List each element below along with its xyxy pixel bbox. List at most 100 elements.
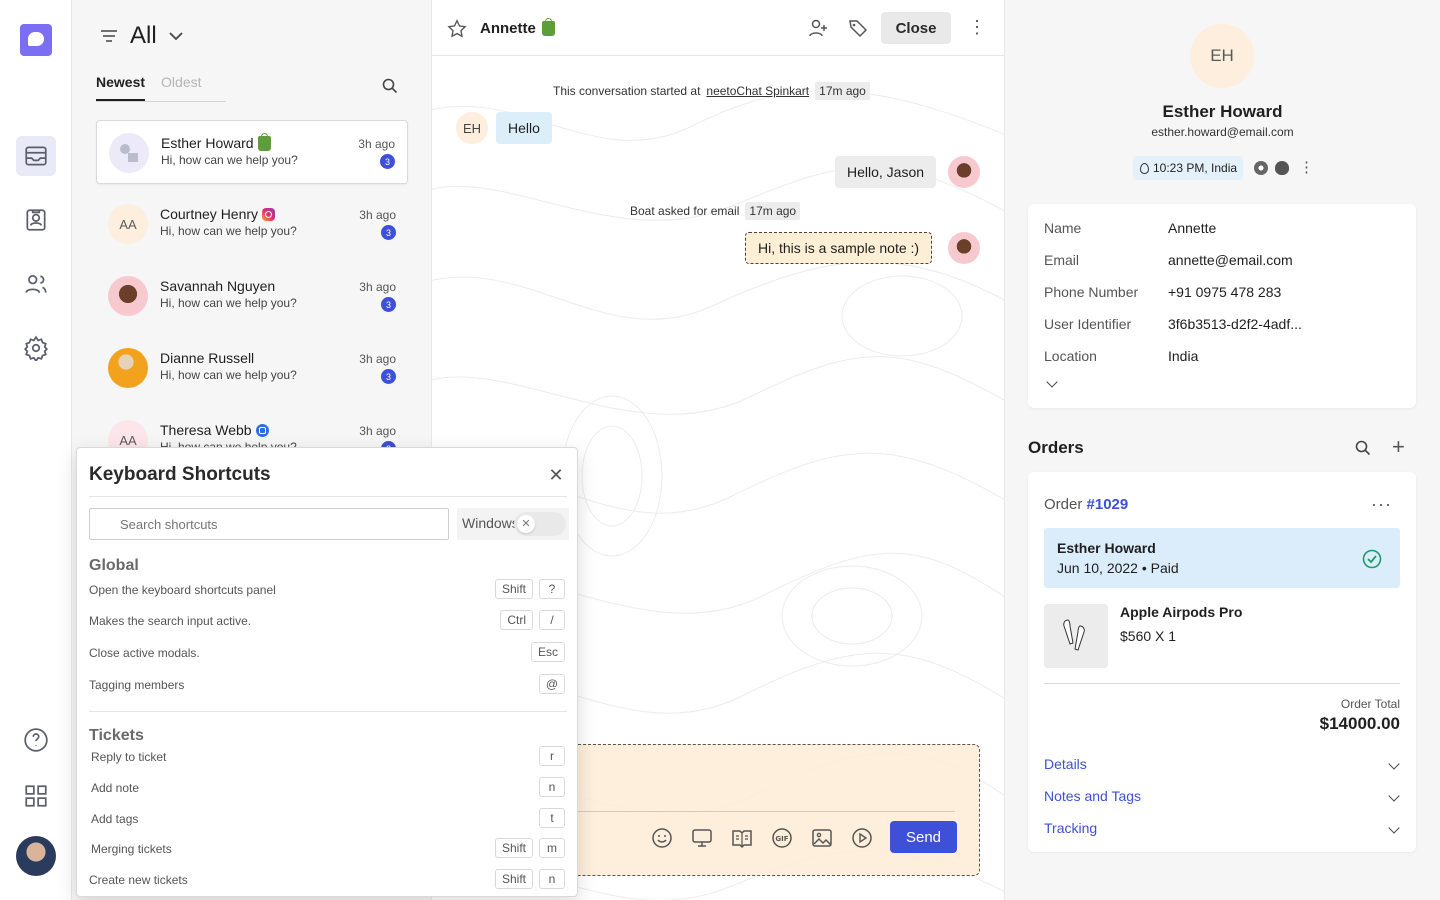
panel-title: Keyboard Shortcuts (89, 464, 271, 485)
image-icon[interactable] (811, 827, 833, 849)
more-options-icon[interactable]: ⋮ (1299, 158, 1314, 176)
order-status-box: Esther Howard Jun 10, 2022 • Paid (1044, 528, 1400, 588)
avatar: AA (108, 204, 148, 244)
order-status: Paid (1150, 560, 1179, 576)
accordion-tracking[interactable]: Tracking (1044, 820, 1400, 842)
accordion-notes-tags[interactable]: Notes and Tags (1044, 788, 1400, 810)
contact-info-card: Name Annette Email annette@email.com Phone… (1028, 204, 1416, 408)
key-cap: n (539, 869, 565, 889)
message-bubble: Hello, Jason (835, 156, 937, 188)
apps-grid-icon[interactable] (16, 776, 56, 816)
conversation-item[interactable]: Esther Howard Hi, how can we help you? 3… (96, 120, 408, 184)
tab-oldest[interactable]: Oldest (161, 72, 201, 101)
timestamp: 3h ago (359, 424, 396, 438)
settings-gear-icon[interactable] (16, 328, 56, 368)
shortcuts-search-input[interactable] (89, 508, 449, 540)
accordion-details[interactable]: Details (1044, 756, 1400, 778)
channel-link[interactable]: neetoChat Spinkart (706, 84, 809, 98)
avatar (108, 276, 148, 316)
avatar (108, 348, 148, 388)
timestamp: 3h ago (359, 208, 396, 222)
timestamp: 17m ago (815, 82, 870, 100)
search-icon[interactable] (382, 78, 398, 94)
conversation-item[interactable]: AA Courtney Henry Hi, how can we help yo… (96, 192, 408, 256)
send-button[interactable]: Send (890, 821, 957, 853)
timestamp: 3h ago (359, 352, 396, 366)
video-icon[interactable] (851, 827, 873, 849)
section-title: Tickets (89, 727, 144, 744)
shortcut-row: Tagging members @ (89, 674, 565, 696)
contact-name: Theresa Webb (160, 422, 252, 438)
key-cap: r (539, 746, 565, 766)
orders-title: Orders (1028, 438, 1084, 457)
close-icon[interactable]: ✕ (547, 466, 565, 484)
section-title: Global (89, 557, 139, 574)
knowledge-base-icon[interactable] (731, 827, 753, 849)
customer-email: esther.howard@email.com (1151, 125, 1294, 139)
chevron-down-icon (1388, 790, 1400, 802)
user-avatar[interactable] (16, 836, 56, 876)
key-cap: Shift (494, 869, 533, 889)
check-circle-icon (1362, 549, 1382, 569)
more-options-icon[interactable]: ⋮ (968, 18, 986, 36)
timestamp: 3h ago (358, 137, 395, 151)
timestamp: 17m ago (745, 202, 801, 220)
help-icon[interactable] (16, 720, 56, 760)
shortcut-row: Reply to ticket r (89, 746, 565, 768)
tab-newest[interactable]: Newest (96, 72, 146, 101)
left-rail (0, 0, 72, 900)
shortcut-row: Merging tickets Shift m (89, 838, 565, 860)
shortcut-row: Open the keyboard shortcuts panel Shift? (89, 579, 565, 601)
expand-chevron-icon[interactable] (1046, 376, 1058, 388)
svg-text:GIF: GIF (775, 835, 788, 843)
shopify-icon (541, 18, 555, 36)
composer-divider (573, 811, 955, 812)
chevron-down-icon[interactable] (169, 31, 183, 41)
os-selector: Windows ✕ (457, 508, 569, 540)
users-icon[interactable] (16, 264, 56, 304)
filter-lines-icon[interactable] (100, 29, 118, 43)
reply-composer[interactable]: GIF Send (572, 744, 980, 876)
order-menu-icon[interactable]: ··· (1371, 494, 1392, 515)
chat-header: Annette Close ⋮ (432, 0, 1004, 56)
gif-icon[interactable]: GIF (771, 827, 793, 849)
conversation-start-notice: This conversation started at neetoChat S… (553, 82, 870, 100)
filter-title[interactable]: All (130, 22, 157, 50)
order-date: Jun 10, 2022 (1057, 560, 1138, 576)
unread-badge: 3 (381, 369, 396, 384)
customer-avatar: EH (1190, 24, 1254, 88)
list-header: All (100, 22, 183, 50)
unread-badge: 3 (381, 225, 396, 240)
canned-response-icon[interactable] (691, 827, 713, 849)
key-cap: / (539, 610, 565, 630)
inbox-icon[interactable] (16, 136, 56, 176)
contact-name: Savannah Nguyen (160, 278, 276, 294)
contact-name: Annette (480, 20, 536, 37)
customer-name: Esther Howard (1162, 102, 1283, 121)
close-conversation-button[interactable]: Close (881, 12, 951, 44)
conversation-item[interactable]: Savannah Nguyen Hi, how can we help you?… (96, 264, 408, 328)
contact-name: Courtney Henry (160, 206, 259, 222)
sort-tabs: Newest Oldest (96, 72, 226, 102)
shortcut-row: Add tags t (89, 808, 565, 830)
shopify-icon (257, 132, 271, 151)
shortcut-row: Close active modals. Esc (89, 642, 565, 664)
add-order-icon[interactable]: + (1392, 436, 1405, 458)
timestamp: 3h ago (359, 280, 396, 294)
message-preview: Hi, how can we help you? (160, 296, 297, 310)
emoji-icon[interactable] (651, 827, 673, 849)
assign-user-icon[interactable] (808, 18, 828, 38)
contacts-icon[interactable] (16, 200, 56, 240)
search-icon[interactable] (1355, 440, 1371, 456)
order-number-link[interactable]: #1029 (1087, 496, 1129, 513)
product-name: Apple Airpods Pro (1120, 604, 1243, 620)
local-time-badge: 10:23 PM, India (1133, 156, 1244, 180)
app-logo-icon[interactable] (20, 24, 52, 56)
conversation-item[interactable]: Dianne Russell Hi, how can we help you? … (96, 336, 408, 400)
order-total-label: Order Total (1340, 697, 1400, 711)
os-toggle[interactable]: ✕ (514, 512, 566, 536)
unread-badge: 3 (381, 297, 396, 312)
key-cap: m (539, 838, 565, 858)
tag-icon[interactable] (848, 18, 868, 38)
star-icon[interactable] (446, 18, 468, 40)
